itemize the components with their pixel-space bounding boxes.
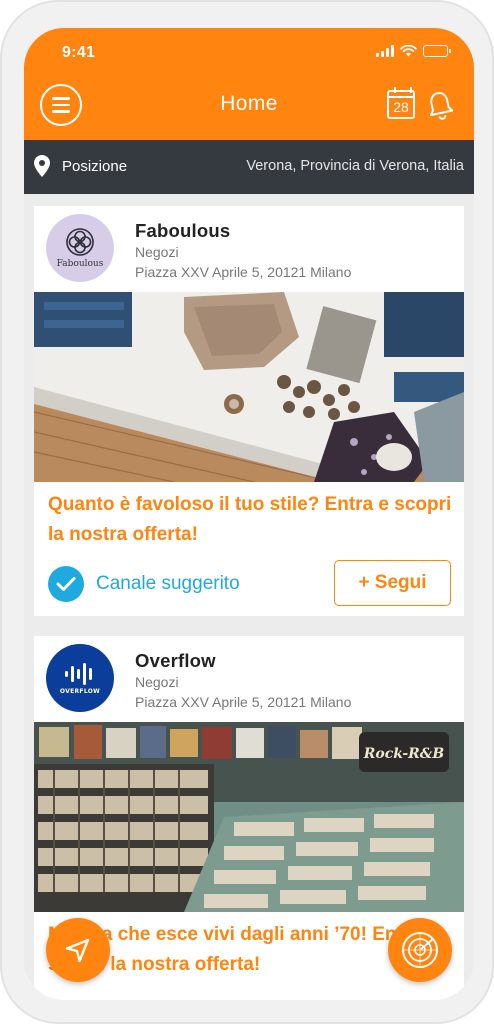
location-label: Posizione [62, 158, 128, 175]
post-image-boutique[interactable] [34, 292, 464, 482]
shop-category: Negozi [135, 244, 179, 260]
check-icon [48, 566, 84, 602]
calendar-icon[interactable]: 28 [387, 87, 415, 119]
location-bar[interactable]: Posizione Verona, Provincia di Verona, I… [24, 140, 474, 194]
status-time: 9:41 [62, 44, 96, 61]
radar-button[interactable] [388, 918, 452, 982]
suggested-label: Canale suggerito [96, 573, 240, 594]
shop-name[interactable]: Faboulous [135, 220, 230, 242]
location-value: Verona, Provincia di Verona, Italia [246, 158, 464, 174]
post-image-record-store[interactable]: Rock-R&B [34, 722, 464, 912]
shop-name[interactable]: Overflow [135, 650, 216, 672]
suggested-channel: Canale suggerito [48, 564, 240, 604]
phone-frame: 9:41 Home 28 Posizione Verona, Provincia… [0, 0, 494, 1024]
status-icons [376, 45, 451, 57]
navigate-button[interactable] [46, 918, 110, 982]
location-pin-icon [34, 155, 50, 177]
avatar[interactable]: Faboulous [46, 214, 114, 282]
store-sign-text: Rock-R&B [363, 746, 445, 762]
app-screen: 9:41 Home 28 Posizione Verona, Provincia… [24, 28, 474, 1000]
signal-icon [376, 45, 394, 57]
status-bar: 9:41 [24, 28, 474, 78]
shop-address: Piazza XXV Aprile 5, 20121 Milano [135, 264, 352, 280]
radar-icon [402, 932, 438, 968]
battery-icon [423, 45, 451, 57]
avatar-logo-text: Faboulous [56, 259, 104, 269]
offer-text[interactable]: Quanto è favoloso il tuo stile? Entra e … [48, 490, 458, 550]
avatar-logo-text: OVERFLOW [59, 687, 101, 695]
follow-button[interactable]: + Segui [334, 560, 451, 606]
post-card[interactable]: Faboulous Faboulous Negozi Piazza XXV Ap… [34, 206, 464, 616]
navigation-arrow-icon [65, 938, 90, 963]
avatar[interactable]: OVERFLOW [46, 644, 114, 712]
calendar-day: 28 [393, 99, 409, 115]
wifi-icon [400, 45, 417, 57]
shop-category: Negozi [135, 674, 179, 690]
app-header: 9:41 Home 28 [24, 28, 474, 140]
shop-address: Piazza XXV Aprile 5, 20121 Milano [135, 694, 352, 710]
audio-wave-logo-icon [65, 662, 92, 685]
bell-icon[interactable] [427, 90, 453, 120]
flower-logo-icon [66, 228, 94, 256]
